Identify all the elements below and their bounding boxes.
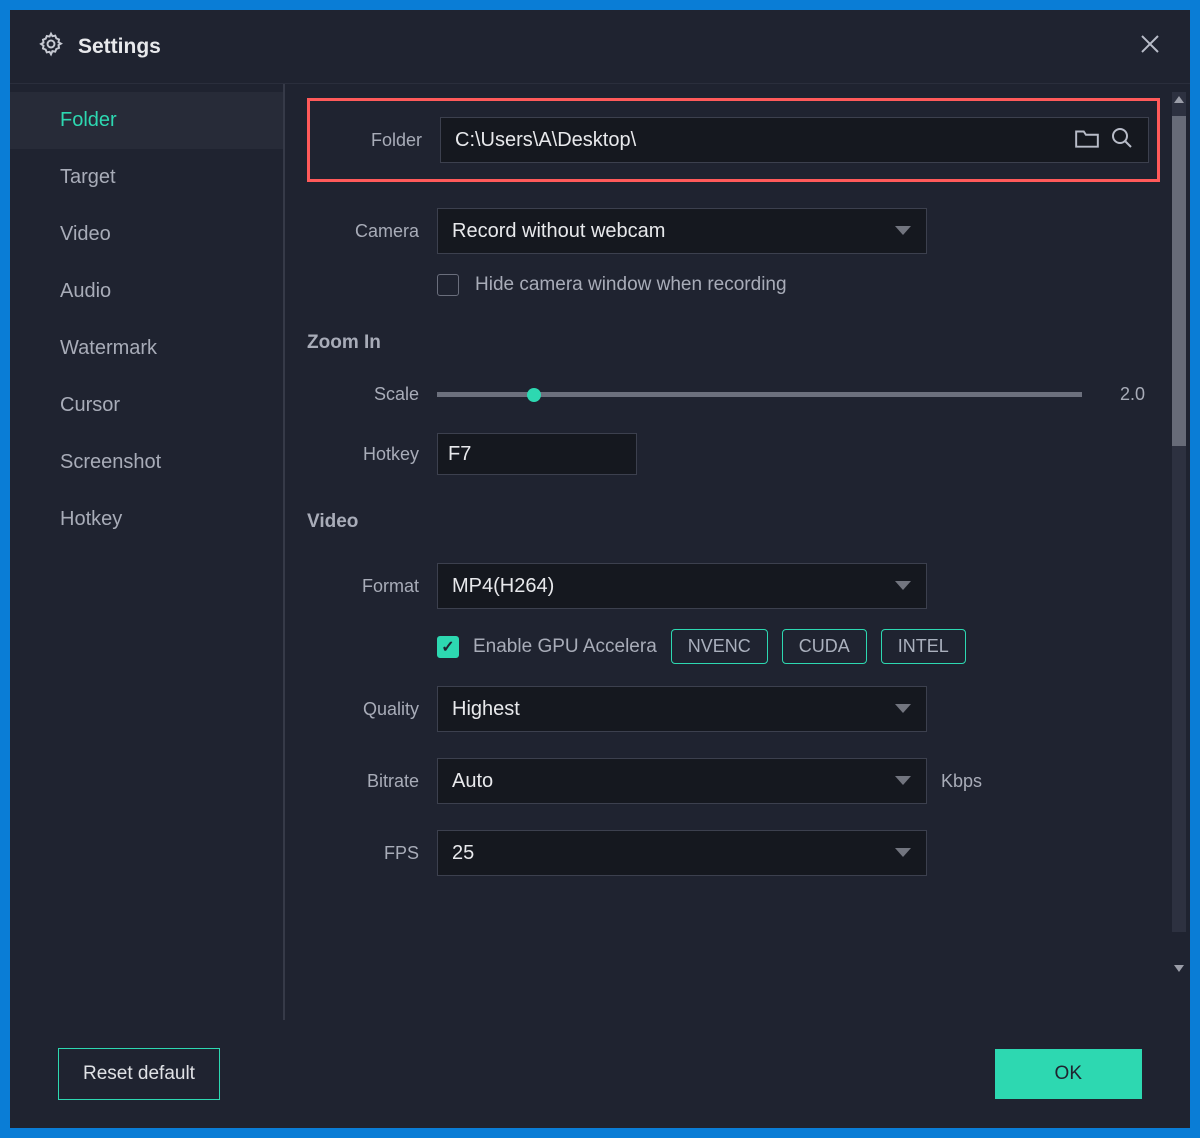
settings-window: Settings Folder Target Video Audio Water…: [10, 10, 1190, 1128]
zoom-section-title: Zoom In: [307, 332, 1160, 354]
folder-input-wrap: [440, 117, 1149, 163]
folder-label: Folder: [318, 130, 440, 151]
fps-label: FPS: [307, 843, 437, 864]
scale-label: Scale: [307, 384, 437, 405]
gpu-accel-checkbox[interactable]: [437, 636, 459, 658]
bitrate-unit: Kbps: [941, 771, 982, 792]
chevron-down-icon: [894, 575, 912, 598]
page-title: Settings: [78, 35, 161, 59]
bitrate-select[interactable]: Auto: [437, 758, 927, 804]
hide-camera-label: Hide camera window when recording: [475, 274, 787, 296]
chevron-down-icon: [894, 770, 912, 793]
sidebar-item-screenshot[interactable]: Screenshot: [10, 434, 283, 491]
ok-button[interactable]: OK: [995, 1049, 1142, 1099]
format-label: Format: [307, 576, 437, 597]
content-panel: Folder Camera Record without webcam: [285, 84, 1190, 1020]
fps-select[interactable]: 25: [437, 830, 927, 876]
search-icon[interactable]: [1110, 126, 1134, 155]
folder-row-highlight: Folder: [307, 98, 1160, 182]
sidebar-item-video[interactable]: Video: [10, 206, 283, 263]
sidebar-item-cursor[interactable]: Cursor: [10, 377, 283, 434]
quality-select[interactable]: Highest: [437, 686, 927, 732]
scrollbar[interactable]: [1172, 92, 1186, 932]
titlebar: Settings: [10, 10, 1190, 84]
chevron-down-icon: [894, 842, 912, 865]
bitrate-label: Bitrate: [307, 771, 437, 792]
folder-path-input[interactable]: [455, 129, 1064, 152]
sidebar-item-hotkey[interactable]: Hotkey: [10, 491, 283, 548]
hotkey-input[interactable]: [437, 433, 637, 475]
hide-camera-checkbox[interactable]: [437, 274, 459, 296]
camera-select[interactable]: Record without webcam: [437, 208, 927, 254]
folder-icon[interactable]: [1074, 127, 1100, 154]
chevron-down-icon: [894, 698, 912, 721]
footer: Reset default OK: [10, 1020, 1190, 1128]
sidebar-item-audio[interactable]: Audio: [10, 263, 283, 320]
scale-slider[interactable]: [437, 392, 1082, 397]
format-select[interactable]: MP4(H264): [437, 563, 927, 609]
hotkey-label: Hotkey: [307, 444, 437, 465]
reset-default-button[interactable]: Reset default: [58, 1048, 220, 1100]
sidebar-item-watermark[interactable]: Watermark: [10, 320, 283, 377]
gpu-option-cuda[interactable]: CUDA: [782, 629, 867, 664]
video-section-title: Video: [307, 511, 1160, 533]
gpu-option-intel[interactable]: INTEL: [881, 629, 966, 664]
camera-label: Camera: [307, 221, 437, 242]
scroll-down-icon[interactable]: [1174, 965, 1184, 972]
gear-icon: [38, 31, 64, 62]
close-icon[interactable]: [1138, 32, 1162, 61]
gpu-option-nvenc[interactable]: NVENC: [671, 629, 768, 664]
quality-label: Quality: [307, 699, 437, 720]
scale-slider-thumb[interactable]: [527, 388, 541, 402]
sidebar: Folder Target Video Audio Watermark Curs…: [10, 84, 285, 1020]
sidebar-item-target[interactable]: Target: [10, 149, 283, 206]
sidebar-item-folder[interactable]: Folder: [10, 92, 283, 149]
scale-value: 2.0: [1120, 384, 1160, 405]
scrollbar-thumb[interactable]: [1172, 116, 1186, 446]
scroll-up-icon[interactable]: [1174, 96, 1184, 103]
chevron-down-icon: [894, 220, 912, 243]
gpu-accel-label: Enable GPU Accelera: [473, 636, 657, 658]
